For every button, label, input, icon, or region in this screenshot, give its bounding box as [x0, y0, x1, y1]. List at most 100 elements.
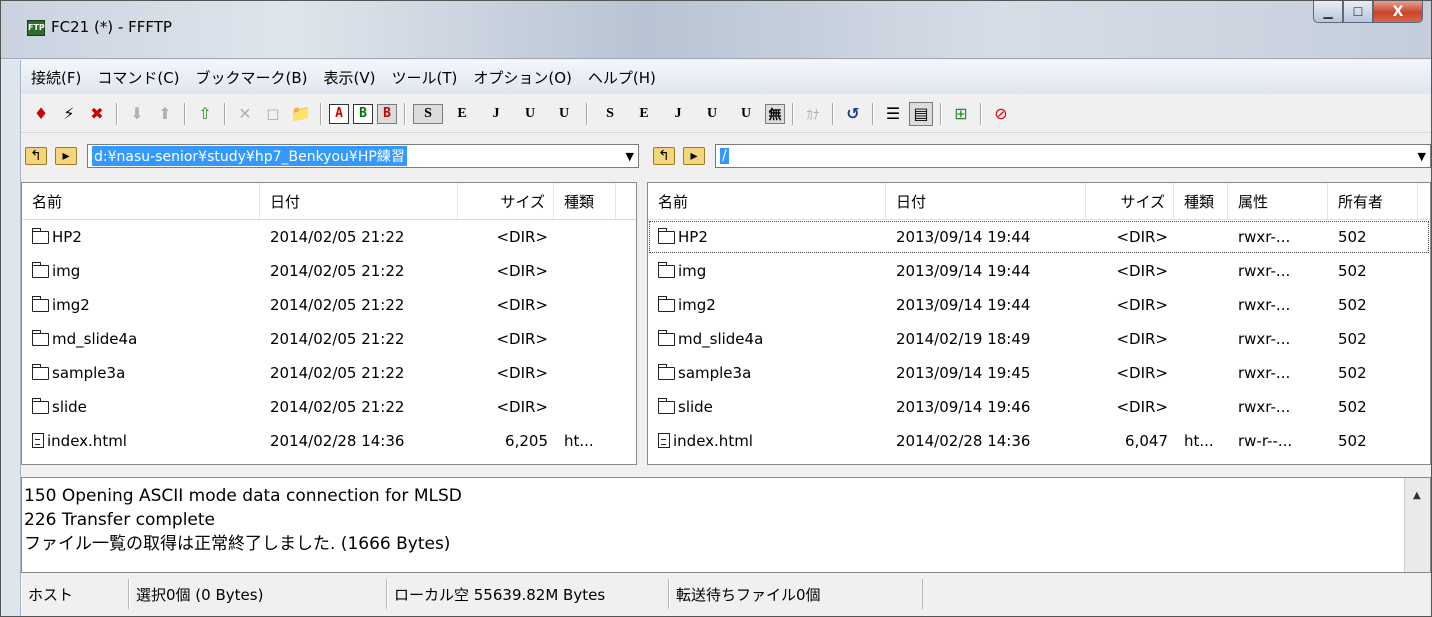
host-euc-button[interactable]: E — [447, 102, 477, 126]
local-jis-button[interactable]: J — [663, 102, 693, 126]
remote-path-text[interactable]: / — [720, 148, 729, 164]
file-name: sample3a — [678, 364, 752, 382]
folder-icon — [657, 398, 675, 414]
menu-tools[interactable]: ツール(T) — [392, 65, 458, 90]
chevron-down-icon[interactable]: ▼ — [626, 150, 634, 163]
file-row[interactable]: index.html 2014/02/28 14:36 6,047 ht... rw-r… — [648, 424, 1430, 458]
folder-icon — [31, 262, 49, 278]
no-convert-button[interactable]: 無 — [765, 103, 785, 124]
refresh-icon[interactable]: ↺ — [841, 102, 865, 126]
sync-folder-icon[interactable]: ⊞ — [949, 102, 973, 126]
new-folder-icon[interactable]: 📁 — [289, 102, 313, 126]
column-type[interactable]: 種類 — [554, 183, 616, 219]
menu-options[interactable]: オプション(O) — [473, 65, 572, 90]
column-name[interactable]: 名前 — [22, 183, 260, 219]
scroll-up-icon[interactable]: ▲ — [1413, 484, 1421, 508]
menu-command[interactable]: コマンド(C) — [97, 65, 179, 90]
file-icon — [658, 433, 670, 448]
file-name: HP2 — [678, 228, 708, 246]
menu-bookmark[interactable]: ブックマーク(B) — [196, 65, 308, 90]
log-scrollbar[interactable]: ▲ — [1404, 478, 1430, 572]
menu-connect[interactable]: 接続(F) — [31, 65, 81, 90]
local-file-list[interactable]: 名前 日付 サイズ 種類 HP2 2014/02/05 21:22 <DIR> img… — [21, 182, 637, 465]
quick-connect-icon[interactable]: ⚡ — [57, 102, 81, 126]
file-name: slide — [52, 398, 87, 416]
column-date[interactable]: 日付 — [260, 183, 458, 219]
file-date-cell: 2014/02/28 14:36 — [270, 432, 405, 450]
local-utf8-button[interactable]: U — [697, 102, 727, 126]
folder-icon — [657, 364, 675, 380]
local-utf8bom-button[interactable]: U — [731, 102, 761, 126]
file-attr-cell: rwxr-... — [1238, 228, 1291, 246]
local-euc-button[interactable]: E — [629, 102, 659, 126]
file-row[interactable]: HP2 2013/09/14 19:44 <DIR> rwxr-... 502 — [648, 220, 1430, 254]
column-type[interactable]: 種類 — [1174, 183, 1228, 219]
remote-file-list[interactable]: 名前 日付 サイズ 種類 属性 所有者 HP2 2013/09/14 19:44 <… — [647, 182, 1431, 465]
local-sjis-button[interactable]: S — [595, 102, 625, 126]
file-size-cell: <DIR> — [1116, 228, 1168, 246]
file-row[interactable]: md_slide4a 2014/02/19 18:49 <DIR> rwxr-... 5… — [648, 322, 1430, 356]
log-line: 150 Opening ASCII mode data connection f… — [24, 486, 462, 506]
parent-folder-icon[interactable]: ↰ — [25, 147, 47, 165]
rename-icon[interactable]: ◻ — [261, 102, 285, 126]
local-path-text[interactable]: d:¥nasu-senior¥study¥hp7_Benkyou¥HP練習 — [92, 146, 407, 166]
log-line: ファイル一覧の取得は正常終了しました. (1666 Bytes) — [24, 534, 451, 554]
file-row[interactable]: sample3a 2013/09/14 19:45 <DIR> rwxr-... 502 — [648, 356, 1430, 390]
file-row[interactable]: index.html 2014/02/28 14:36 6,205 ht... — [22, 424, 636, 458]
chevron-down-icon[interactable]: ▼ — [1418, 150, 1426, 163]
connect-icon[interactable]: ♦ — [29, 102, 53, 126]
file-row[interactable]: HP2 2014/02/05 21:22 <DIR> — [22, 220, 636, 254]
remote-rows: HP2 2013/09/14 19:44 <DIR> rwxr-... 502 img 20… — [648, 220, 1430, 458]
column-size[interactable]: サイズ — [1086, 183, 1174, 219]
column-size[interactable]: サイズ — [458, 183, 554, 219]
file-name-cell: index.html — [648, 432, 886, 450]
file-name: img — [678, 262, 707, 280]
detail-view-icon[interactable]: ▤ — [909, 101, 933, 126]
file-attr-cell: rwxr-... — [1238, 398, 1291, 416]
file-row[interactable]: img2 2014/02/05 21:22 <DIR> — [22, 288, 636, 322]
menu-help[interactable]: ヘルプ(H) — [588, 65, 656, 90]
host-utf8bom-button[interactable]: U — [549, 102, 579, 126]
local-path-combo[interactable]: d:¥nasu-senior¥study¥hp7_Benkyou¥HP練習 ▼ — [87, 144, 639, 168]
binary-mode-button[interactable]: B — [353, 103, 373, 124]
column-attributes[interactable]: 属性 — [1228, 183, 1328, 219]
remote-path-combo[interactable]: / ▼ — [715, 144, 1431, 168]
file-name-cell: index.html — [22, 432, 260, 450]
host-utf8-button[interactable]: U — [515, 102, 545, 126]
file-row[interactable]: img2 2013/09/14 19:44 <DIR> rwxr-... 502 — [648, 288, 1430, 322]
minimize-button[interactable]: ▁ — [1313, 1, 1343, 23]
host-jis-button[interactable]: J — [481, 102, 511, 126]
maximize-button[interactable]: ☐ — [1343, 1, 1373, 23]
toolbar-separator — [404, 102, 406, 125]
file-row[interactable]: sample3a 2014/02/05 21:22 <DIR> — [22, 356, 636, 390]
download-icon[interactable]: ⬇ — [125, 102, 149, 126]
column-name[interactable]: 名前 — [648, 183, 886, 219]
ascii-mode-button[interactable]: A — [329, 103, 349, 124]
disconnect-icon[interactable]: ✖ — [85, 102, 109, 126]
file-row[interactable]: md_slide4a 2014/02/05 21:22 <DIR> — [22, 322, 636, 356]
folder-icon — [657, 262, 675, 278]
auto-mode-button[interactable]: B — [377, 103, 397, 124]
mirror-upload-icon[interactable]: ⇧ — [193, 102, 217, 126]
close-button[interactable]: X — [1373, 1, 1423, 23]
file-row[interactable]: slide 2014/02/05 21:22 <DIR> — [22, 390, 636, 424]
file-row[interactable]: img 2014/02/05 21:22 <DIR> — [22, 254, 636, 288]
title-bar[interactable]: FTP FC21 (*) - FFFTP ▁ ☐ X — [1, 1, 1431, 59]
kana-convert-button[interactable]: ｶﾅ — [801, 102, 825, 126]
open-folder-icon[interactable]: ▸ — [55, 147, 77, 165]
host-sjis-button[interactable]: S — [413, 103, 443, 124]
upload-icon[interactable]: ⬆ — [153, 102, 177, 126]
file-name: slide — [678, 398, 713, 416]
file-row[interactable]: img 2013/09/14 19:44 <DIR> rwxr-... 502 — [648, 254, 1430, 288]
file-row[interactable]: slide 2013/09/14 19:46 <DIR> rwxr-... 502 — [648, 390, 1430, 424]
stop-icon[interactable]: ⊘ — [989, 102, 1013, 126]
parent-folder-icon[interactable]: ↰ — [653, 147, 675, 165]
column-owner[interactable]: 所有者 — [1328, 183, 1418, 219]
column-date[interactable]: 日付 — [886, 183, 1086, 219]
list-view-icon[interactable]: ☰ — [881, 102, 905, 126]
menu-view[interactable]: 表示(V) — [324, 65, 376, 90]
open-folder-icon[interactable]: ▸ — [683, 147, 705, 165]
file-icon — [32, 433, 44, 448]
delete-icon[interactable]: ✕ — [233, 102, 257, 126]
log-window[interactable]: 150 Opening ASCII mode data connection f… — [21, 477, 1431, 573]
